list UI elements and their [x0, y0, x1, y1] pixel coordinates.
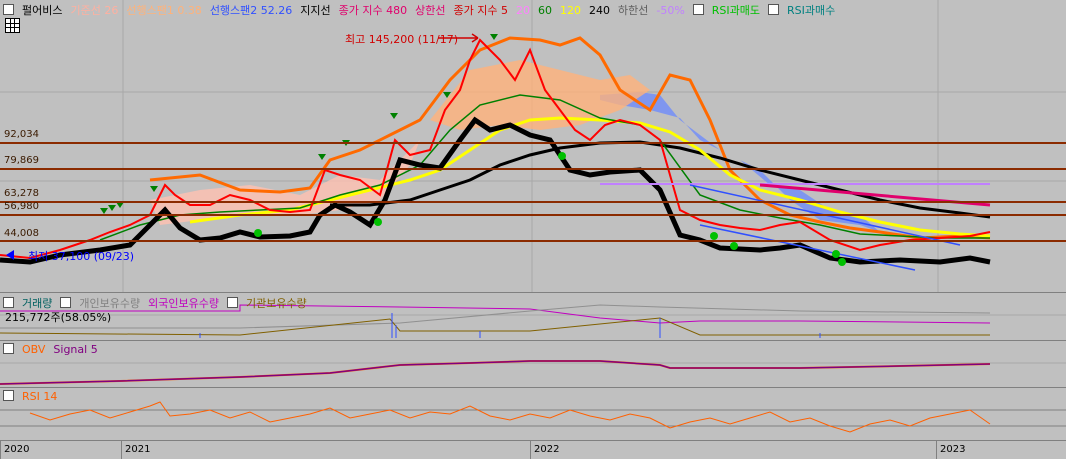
legend-item[interactable]: RSI과매수 — [787, 4, 835, 17]
grid-toggle-icon[interactable] — [5, 18, 20, 33]
level-line-79869 — [0, 168, 1066, 170]
institution-holdings-line — [0, 317, 990, 336]
rsi-legend: RSI 14 — [3, 390, 65, 403]
rsi-overbought-markers — [100, 34, 498, 214]
legend-item[interactable]: RSI과매도 — [712, 4, 760, 17]
legend-item[interactable]: OBV — [22, 343, 45, 356]
checkbox-icon[interactable] — [3, 343, 14, 354]
legend-item[interactable]: RSI 14 — [22, 390, 57, 403]
checkbox-icon[interactable] — [3, 4, 14, 15]
x-axis-label: 2023 — [940, 444, 966, 455]
legend-item[interactable]: 상한선 — [415, 4, 445, 17]
obv-legend: OBV Signal 5 — [3, 343, 106, 356]
x-axis-label: 2020 — [4, 444, 30, 455]
rsi-canvas — [0, 401, 1066, 433]
volume-bars — [199, 313, 821, 338]
checkbox-icon[interactable] — [768, 4, 780, 15]
level-label: 56,980 — [4, 201, 39, 212]
price-chart-canvas — [0, 0, 1066, 292]
x-tick — [121, 441, 122, 459]
legend-item[interactable]: 선행스팬2 52.26 — [210, 4, 292, 17]
legend-item[interactable]: 펄어비스 — [22, 4, 62, 17]
level-label: 44,008 — [4, 228, 39, 239]
legend-item[interactable]: 20 — [516, 4, 530, 17]
x-tick — [936, 441, 937, 459]
x-axis-label: 2021 — [125, 444, 151, 455]
x-tick — [0, 441, 1, 459]
main-legend: 펄어비스 기준선 26 선행스팬1 0.38 선행스팬2 52.26 지지선 종가 지수 … — [3, 2, 843, 18]
obv-signal-line — [0, 360, 991, 385]
low-annotation: 최저 37,100 (09/23) — [28, 250, 135, 263]
level-line-92034 — [0, 142, 1066, 144]
obv-canvas — [0, 360, 1066, 385]
checkbox-icon[interactable] — [60, 297, 72, 308]
legend-item[interactable]: 120 — [560, 4, 581, 17]
level-line-63278 — [0, 201, 1066, 203]
legend-item[interactable]: Signal 5 — [53, 343, 97, 356]
ma240-line — [330, 140, 991, 219]
legend-item[interactable]: 하한선 — [618, 4, 648, 17]
level-label: 63,278 — [4, 188, 39, 199]
checkbox-icon[interactable] — [226, 297, 238, 308]
legend-item[interactable]: 기준선 26 — [70, 4, 118, 17]
x-axis: 2020 2021 2022 2023 — [0, 440, 1066, 459]
legend-item[interactable]: 기관보유수량 — [246, 297, 307, 310]
legend-item[interactable]: 선행스팬1 0.38 — [126, 4, 201, 17]
legend-item[interactable]: 60 — [538, 4, 552, 17]
level-label: 92,034 — [4, 129, 39, 140]
volume-pane[interactable]: 거래량 개인보유수량 외국인보유수량 기관보유수량 215,772주(58.05%) — [0, 293, 1066, 341]
level-line-56980 — [0, 214, 1066, 216]
legend-item[interactable]: 종가 지수 480 — [339, 4, 407, 17]
rsi-line — [29, 401, 991, 433]
checkbox-icon[interactable] — [3, 297, 14, 308]
checkbox-icon[interactable] — [692, 4, 704, 15]
rsi-pane[interactable]: RSI 14 — [0, 388, 1066, 441]
level-line-44008 — [0, 240, 1066, 242]
checkbox-icon[interactable] — [3, 390, 14, 401]
legend-item[interactable]: -50% — [656, 4, 684, 17]
high-annotation: 최고 145,200 (11/17) — [345, 33, 459, 46]
x-axis-label: 2022 — [534, 444, 560, 455]
level-label: 79,869 — [4, 155, 39, 166]
legend-item[interactable]: 종가 지수 5 — [454, 4, 508, 17]
x-tick — [530, 441, 531, 459]
legend-item[interactable]: 외국인보유수량 — [148, 297, 219, 310]
legend-item[interactable]: 240 — [589, 4, 610, 17]
volume-value: 215,772주(58.05%) — [5, 311, 112, 324]
obv-pane[interactable]: OBV Signal 5 — [0, 341, 1066, 388]
price-chart-pane[interactable]: 92,034 79,869 63,278 56,980 44,008 최고 14… — [0, 0, 1066, 293]
legend-item[interactable]: 지지선 — [300, 4, 330, 17]
